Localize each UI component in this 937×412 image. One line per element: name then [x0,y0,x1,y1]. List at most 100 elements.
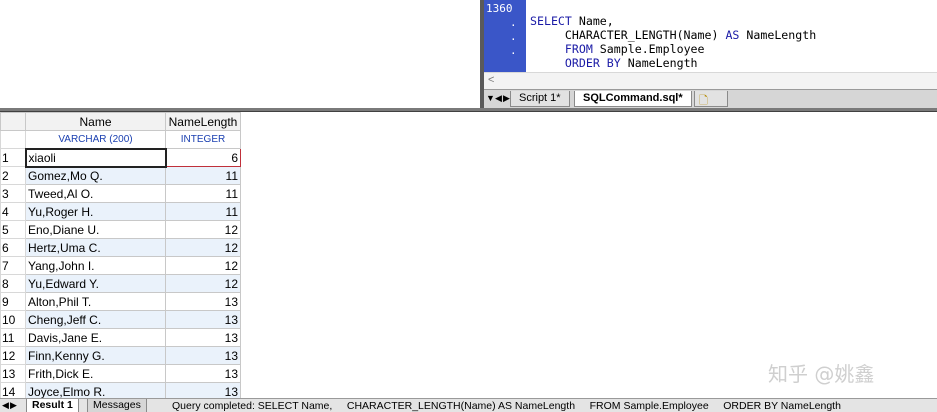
row-number[interactable]: 11 [0,328,26,347]
column-header-name[interactable]: Name [25,112,166,131]
row-number[interactable]: 10 [0,310,26,329]
cell-namelength[interactable]: 13 [165,364,241,383]
sql-token: CHARACTER_LENGTH(Name) [530,28,726,42]
table-row[interactable]: 2 Gomez,Mo Q. 11 [0,166,241,185]
status-bar: ◀ ▶ Result 1 Messages Query completed: S… [0,398,937,412]
row-number[interactable]: 3 [0,184,26,203]
cell-namelength[interactable]: 12 [165,274,241,293]
cell-name[interactable]: Finn,Kenny G. [25,346,166,365]
row-number[interactable]: 13 [0,364,26,383]
line-gutter: 1360 . . . [484,0,526,72]
row-number[interactable]: 8 [0,274,26,293]
table-row[interactable]: 4 Yu,Roger H. 11 [0,202,241,221]
sql-token: Name, [571,14,614,28]
table-row[interactable]: 14 Joyce,Elmo R. 13 [0,382,241,398]
cell-namelength[interactable]: 12 [165,238,241,257]
editor-empty-pane [0,0,482,108]
cell-name[interactable]: Gomez,Mo Q. [25,166,166,185]
cell-namelength[interactable]: 12 [165,220,241,239]
table-row[interactable]: 12 Finn,Kenny G. 13 [0,346,241,365]
sql-token: Sample.Employee [592,42,705,56]
editor-tab-bar: ▼ ◀ ▶ Script 1* SQLCommand.sql* 🗋 [484,89,937,108]
cell-name[interactable]: Tweed,Al O. [25,184,166,203]
code-line: SELECT Name, [530,14,816,28]
watermark: 知乎 @姚鑫 [768,362,875,386]
tab-scroll-right-icon[interactable]: ▶ [503,93,510,104]
row-number[interactable]: 9 [0,292,26,311]
scroll-left-icon[interactable]: < [488,74,494,86]
table-row[interactable]: 3 Tweed,Al O. 11 [0,184,241,203]
tab-result-1[interactable]: Result 1 [26,399,79,412]
sql-token: NameLength [739,28,817,42]
code-line: ORDER BY NameLength [530,56,816,70]
row-number[interactable]: 7 [0,256,26,275]
gutter-dot: . [510,44,517,57]
new-tab-button[interactable]: 🗋 [694,91,728,107]
cell-namelength[interactable]: 13 [165,292,241,311]
cell-name[interactable]: xiaoli [24,147,167,168]
cell-name[interactable]: Joyce,Elmo R. [25,382,166,398]
sql-keyword: AS [725,28,740,42]
code-line: CHARACTER_LENGTH(Name) AS NameLength [530,28,816,42]
column-header-namelength[interactable]: NameLength [165,112,241,131]
table-row[interactable]: 9 Alton,Phil T. 13 [0,292,241,311]
line-number: 1360 [486,2,513,15]
cell-namelength[interactable]: 11 [165,202,241,221]
table-row[interactable]: 7 Yang,John I. 12 [0,256,241,275]
row-number[interactable]: 5 [0,220,26,239]
row-number[interactable]: 2 [0,166,26,185]
cell-name[interactable]: Hertz,Uma C. [25,238,166,257]
tab-scroll-left-icon[interactable]: ◀ [495,93,502,104]
sql-token: NameLength [620,56,698,70]
cell-namelength[interactable]: 11 [165,184,241,203]
tab-script-1[interactable]: Script 1* [510,91,570,107]
sql-keyword: SELECT [530,14,572,28]
sql-keyword: FROM [530,42,593,56]
cell-namelength[interactable]: 6 [165,148,241,167]
table-row[interactable]: 11 Davis,Jane E. 13 [0,328,241,347]
column-type-namelength: INTEGER [165,130,241,149]
row-number[interactable]: 4 [0,202,26,221]
sql-editor[interactable]: 1360 . . . SELECT Name, CHARACTER_LENGTH… [484,0,937,108]
gutter-dot: . [510,30,517,43]
result-scroll-down-icon[interactable]: ◀ [2,400,9,411]
table-row[interactable]: 6 Hertz,Uma C. 12 [0,238,241,257]
table-row[interactable]: 13 Frith,Dick E. 13 [0,364,241,383]
tab-sqlcommand[interactable]: SQLCommand.sql* [574,91,692,107]
cell-namelength[interactable]: 13 [165,382,241,398]
horizontal-scrollbar[interactable]: < [484,72,937,89]
grid-body: 1 xiaoli 6 2 Gomez,Mo Q. 11 3 Tweed,Al O. 11 4 Yu,… [0,147,241,398]
cell-name[interactable]: Frith,Dick E. [25,364,166,383]
status-text: Query completed: SELECT Name, CHARACTER_… [172,400,841,412]
results-grid[interactable]: Name NameLength VARCHAR (200) INTEGER 1x… [0,112,241,398]
grid-corner[interactable] [0,112,26,131]
cell-namelength[interactable]: 13 [165,328,241,347]
row-number[interactable]: 14 [0,382,26,398]
row-number[interactable]: 12 [0,346,26,365]
gutter-dot: . [510,16,517,29]
table-row[interactable]: 1 xiaoli 6 [0,147,241,168]
cell-namelength[interactable]: 12 [165,256,241,275]
type-row-corner [0,130,26,149]
cell-name[interactable]: Yang,John I. [25,256,166,275]
cell-namelength[interactable]: 11 [165,166,241,185]
sql-code[interactable]: SELECT Name, CHARACTER_LENGTH(Name) AS N… [530,14,816,70]
table-row[interactable]: 10 Cheng,Jeff C. 13 [0,310,241,329]
tab-messages[interactable]: Messages [87,399,147,412]
cell-name[interactable]: Yu,Edward Y. [25,274,166,293]
table-row[interactable]: 8 Yu,Edward Y. 12 [0,274,241,293]
table-row[interactable]: 5 Eno,Diane U. 12 [0,220,241,239]
result-scroll-left-icon[interactable]: ▶ [10,400,17,411]
cell-name[interactable]: Davis,Jane E. [25,328,166,347]
cell-name[interactable]: Eno,Diane U. [25,220,166,239]
sql-keyword: ORDER BY [530,56,621,70]
cell-name[interactable]: Cheng,Jeff C. [25,310,166,329]
cell-name[interactable]: Alton,Phil T. [25,292,166,311]
tab-scroll-down-icon[interactable]: ▼ [486,93,495,103]
cell-namelength[interactable]: 13 [165,310,241,329]
cell-name[interactable]: Yu,Roger H. [25,202,166,221]
row-number[interactable]: 6 [0,238,26,257]
column-type-name: VARCHAR (200) [25,130,166,149]
cell-namelength[interactable]: 13 [165,346,241,365]
row-number[interactable]: 1 [0,148,26,167]
